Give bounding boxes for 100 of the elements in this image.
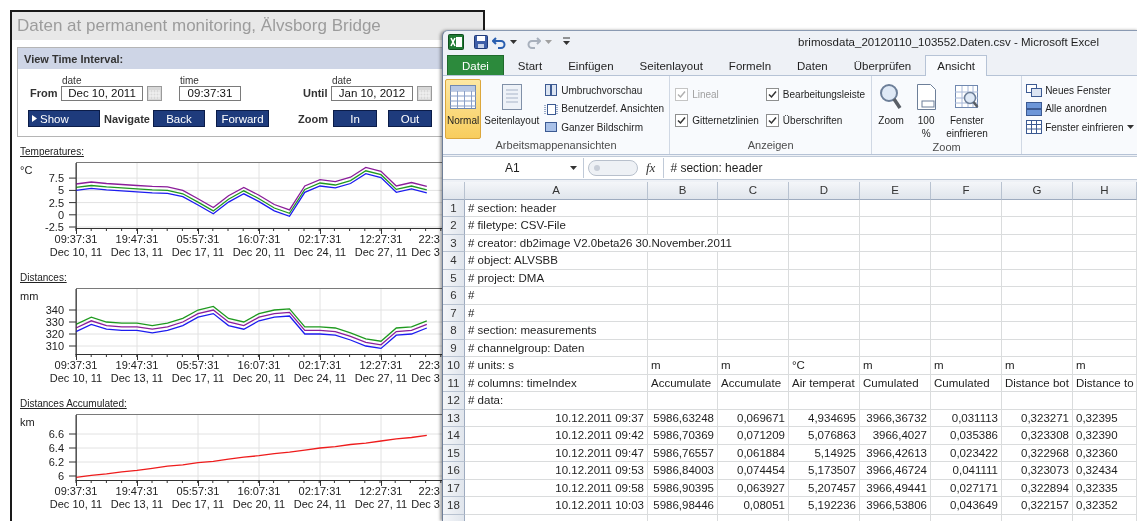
date-field[interactable]: Dec 10, 2011 bbox=[61, 86, 143, 101]
checkbox[interactable]: Gitternetzlinien bbox=[675, 113, 759, 127]
ribbon-tab[interactable]: Daten bbox=[785, 55, 840, 75]
table-cell: 10.12.2011 09:58 bbox=[465, 479, 648, 497]
axis-tick-label: 16:07:31 bbox=[237, 485, 281, 497]
row-header[interactable]: 6 bbox=[443, 287, 465, 305]
date-field[interactable]: Jan 10, 2012 bbox=[331, 86, 413, 101]
ribbon-tab[interactable]: Formeln bbox=[716, 55, 784, 75]
table-cell: 3966,46724 bbox=[860, 462, 931, 480]
name-box[interactable]: A1 bbox=[447, 158, 584, 178]
checkbox-box[interactable] bbox=[765, 87, 779, 101]
checkbox-box[interactable] bbox=[675, 113, 689, 127]
function-button[interactable]: fx bbox=[646, 160, 656, 176]
app-logo-icon[interactable] bbox=[448, 34, 464, 50]
table-cell: 0,031113 bbox=[931, 409, 1002, 427]
table-cell: m bbox=[1073, 357, 1137, 375]
resize-handle-icon[interactable] bbox=[588, 159, 638, 177]
table-cell: 0,32434 bbox=[1073, 462, 1137, 480]
axis-tick-label: Dec 10, 11 bbox=[49, 498, 103, 510]
ribbon-button[interactable]: Fenster einfrieren bbox=[944, 79, 990, 141]
back-button[interactable]: Back bbox=[153, 110, 205, 127]
caret-icon[interactable] bbox=[510, 40, 517, 44]
table-cell: 10.12.2011 09:47 bbox=[465, 444, 648, 462]
row-header[interactable]: 16 bbox=[443, 462, 465, 480]
forward-button[interactable]: Forward bbox=[216, 110, 269, 127]
field-label: Until bbox=[303, 86, 329, 101]
ribbon-button[interactable]: Zoom bbox=[874, 79, 909, 141]
table-cell: 3966,4027 bbox=[860, 427, 931, 445]
empty-cell bbox=[860, 339, 931, 357]
table-cell: Accumulate bbox=[648, 374, 718, 392]
ribbon-tab[interactable]: Überprüfen bbox=[841, 55, 924, 75]
ribbon-button[interactable]: Fenster einfrieren bbox=[1024, 118, 1136, 136]
undo-icon[interactable] bbox=[492, 35, 506, 49]
empty-cell bbox=[931, 199, 1002, 217]
empty-cell bbox=[789, 392, 860, 410]
ribbon-button[interactable]: Ganzer Bildschirm bbox=[542, 118, 667, 136]
checkbox[interactable]: Überschriften bbox=[765, 113, 866, 127]
chart-title: Distances Accumulated: bbox=[20, 398, 127, 409]
show-button[interactable]: Show bbox=[28, 110, 100, 127]
empty-cell bbox=[718, 304, 789, 322]
row-header[interactable]: 10 bbox=[443, 357, 465, 375]
formula-field[interactable]: # section: header bbox=[663, 158, 1137, 178]
table-cell: 10.12.2011 09:42 bbox=[465, 427, 648, 445]
empty-cell bbox=[1002, 269, 1073, 287]
ribbon-tab[interactable]: Ansicht bbox=[925, 55, 987, 76]
axis-tick-label: Dec 27, 11 bbox=[354, 246, 408, 258]
time-field[interactable]: 09:37:31 bbox=[179, 86, 241, 101]
zoom-out-button[interactable]: Out bbox=[388, 110, 432, 127]
ribbon-button[interactable]: Umbruchvorschau bbox=[542, 81, 667, 99]
customize-icon[interactable] bbox=[562, 37, 571, 47]
empty-cell bbox=[1002, 304, 1073, 322]
empty-cell bbox=[1002, 287, 1073, 305]
zoom-in-button[interactable]: In bbox=[333, 110, 377, 127]
row-header[interactable]: 8 bbox=[443, 322, 465, 340]
ribbon-button[interactable]: Alle anordnen bbox=[1024, 99, 1136, 118]
axis-tick-label: 6.6 bbox=[48, 428, 64, 440]
ribbon-button[interactable]: 100 % bbox=[909, 79, 944, 141]
column-header[interactable]: D bbox=[789, 182, 860, 200]
caret-icon bbox=[570, 166, 577, 170]
caret-icon bbox=[1126, 125, 1134, 129]
axis-tick-label: 19:47:31 bbox=[115, 485, 159, 497]
axis-unit: mm bbox=[20, 290, 39, 302]
table-cell: 0,323073 bbox=[1002, 462, 1073, 480]
empty-cell bbox=[931, 392, 1002, 410]
ribbon-tab[interactable]: Start bbox=[505, 55, 555, 75]
axis-tick-label: 340 bbox=[45, 304, 64, 316]
empty-cell bbox=[648, 339, 718, 357]
table-cell: # section: header bbox=[465, 199, 648, 217]
ribbon-button[interactable]: Neues Fenster bbox=[1024, 81, 1136, 99]
row-header[interactable]: 14 bbox=[443, 427, 465, 445]
table-cell: m bbox=[860, 357, 931, 375]
row-header[interactable]: 2 bbox=[443, 217, 465, 235]
column-header[interactable]: E bbox=[860, 182, 931, 200]
column-header[interactable]: H bbox=[1073, 182, 1137, 200]
ribbon-button[interactable]: Seitenlayout bbox=[482, 79, 542, 139]
column-header[interactable]: F bbox=[931, 182, 1002, 200]
table-cell: 10.12.2011 10:03 bbox=[465, 497, 648, 515]
table-cell: °C bbox=[789, 357, 860, 375]
row-header[interactable]: 4 bbox=[443, 252, 465, 270]
ribbon-button[interactable]: Benutzerdef. Ansichten bbox=[542, 99, 667, 118]
table-cell: 0,32390 bbox=[1073, 427, 1137, 445]
column-header[interactable]: A bbox=[465, 182, 648, 200]
row-header[interactable]: 12 bbox=[443, 392, 465, 410]
column-header[interactable]: B bbox=[648, 182, 718, 200]
axis-tick-label: Dec 27, 11 bbox=[354, 372, 408, 384]
empty-cell bbox=[789, 322, 860, 340]
ribbon-tab[interactable]: Einfügen bbox=[556, 55, 626, 75]
column-header[interactable]: G bbox=[1002, 182, 1073, 200]
empty-cell bbox=[931, 287, 1002, 305]
axis-tick-label: Dec 27, 11 bbox=[354, 498, 408, 510]
checkbox[interactable]: Bearbeitungsleiste bbox=[765, 87, 866, 101]
column-header[interactable]: C bbox=[718, 182, 789, 200]
ribbon-button[interactable]: Normal bbox=[445, 79, 482, 139]
ribbon-tab[interactable]: Seitenlayout bbox=[627, 55, 715, 75]
file-tab[interactable]: Datei bbox=[447, 55, 504, 75]
empty-cell bbox=[931, 217, 1002, 235]
empty-cell bbox=[718, 199, 789, 217]
save-icon[interactable] bbox=[474, 35, 488, 49]
checkbox-box[interactable] bbox=[765, 113, 779, 127]
row-header[interactable]: 18 bbox=[443, 497, 465, 515]
